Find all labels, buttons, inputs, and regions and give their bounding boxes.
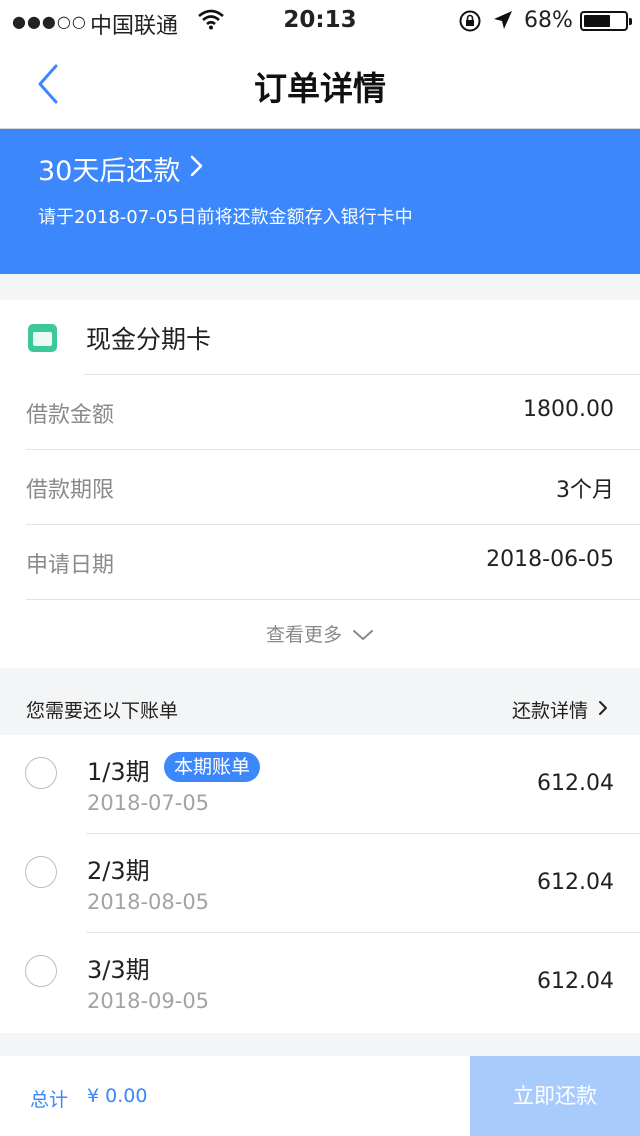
bill-period: 3/3期 xyxy=(87,956,150,984)
repayment-due-text: 30天后还款 xyxy=(38,156,181,187)
view-more-button[interactable]: 查看更多 xyxy=(0,620,640,647)
bill-item-1[interactable]: 1/3期 本期账单 2018-07-05 612.04 xyxy=(0,735,640,834)
current-bill-badge: 本期账单 xyxy=(164,752,261,782)
bills-section-header: 您需要还以下账单 还款详情 xyxy=(0,680,640,736)
view-more-label: 查看更多 xyxy=(265,624,342,646)
info-value: 2018-06-05 xyxy=(486,547,614,572)
select-radio[interactable] xyxy=(25,955,57,987)
bills-section-title: 您需要还以下账单 xyxy=(26,700,179,722)
select-radio[interactable] xyxy=(25,757,57,789)
location-arrow-icon xyxy=(492,9,514,35)
divider xyxy=(26,599,640,600)
repayment-banner: 30天后还款 请于2018-07-05日前将还款金额存入银行卡中 xyxy=(0,129,640,274)
card-name: 现金分期卡 xyxy=(86,325,212,354)
chevron-right-icon xyxy=(598,699,608,721)
card-header: 现金分期卡 xyxy=(0,300,640,375)
bill-amount: 612.04 xyxy=(537,969,614,994)
bill-amount: 612.04 xyxy=(537,870,614,895)
info-label: 申请日期 xyxy=(26,553,115,578)
bill-amount: 612.04 xyxy=(537,771,614,796)
total-value: ¥ 0.00 xyxy=(87,1085,148,1107)
repayment-due-link[interactable]: 30天后还款 xyxy=(38,149,204,188)
info-row-loan-amount: 借款金额 1800.00 xyxy=(0,375,640,450)
repayment-details-label: 还款详情 xyxy=(511,700,588,722)
bill-period: 2/3期 xyxy=(87,857,150,885)
battery-level xyxy=(584,15,610,27)
repayment-instruction: 请于2018-07-05日前将还款金额存入银行卡中 xyxy=(38,207,413,228)
info-row-apply-date: 申请日期 2018-06-05 xyxy=(0,525,640,600)
select-radio[interactable] xyxy=(25,856,57,888)
chevron-down-icon xyxy=(352,625,374,647)
pay-now-button[interactable]: 立即还款 xyxy=(470,1056,640,1136)
info-value: 1800.00 xyxy=(523,397,614,422)
card-icon xyxy=(28,324,57,352)
info-row-loan-term: 借款期限 3个月 xyxy=(0,450,640,525)
info-value: 3个月 xyxy=(556,478,614,503)
status-bar: ●●●○○ 中国联通 20:13 68% xyxy=(0,0,640,42)
battery-icon xyxy=(580,11,632,31)
battery-nub xyxy=(629,18,632,25)
chevron-right-icon xyxy=(190,153,204,184)
repayment-details-link[interactable]: 还款详情 xyxy=(512,696,608,723)
total-label: 总计 xyxy=(30,1089,69,1111)
bill-date: 2018-07-05 xyxy=(87,791,210,815)
footer-bar: 总计 ¥ 0.00 立即还款 xyxy=(0,1056,640,1136)
rotation-lock-icon xyxy=(458,9,482,37)
bill-period: 1/3期 xyxy=(87,758,150,786)
bill-date: 2018-08-05 xyxy=(87,890,210,914)
nav-bar: 订单详情 xyxy=(0,42,640,129)
info-label: 借款期限 xyxy=(26,478,115,503)
battery-percentage: 68% xyxy=(524,8,573,33)
bill-item-3[interactable]: 3/3期 2018-09-05 612.04 xyxy=(0,933,640,1032)
info-label: 借款金额 xyxy=(26,403,115,428)
bill-list: 1/3期 本期账单 2018-07-05 612.04 2/3期 2018-08… xyxy=(0,735,640,1033)
bill-item-2[interactable]: 2/3期 2018-08-05 612.04 xyxy=(0,834,640,933)
loan-card-info: 现金分期卡 借款金额 1800.00 借款期限 3个月 申请日期 2018-06… xyxy=(0,300,640,668)
bill-date: 2018-09-05 xyxy=(87,989,210,1013)
page-title: 订单详情 xyxy=(254,69,386,108)
